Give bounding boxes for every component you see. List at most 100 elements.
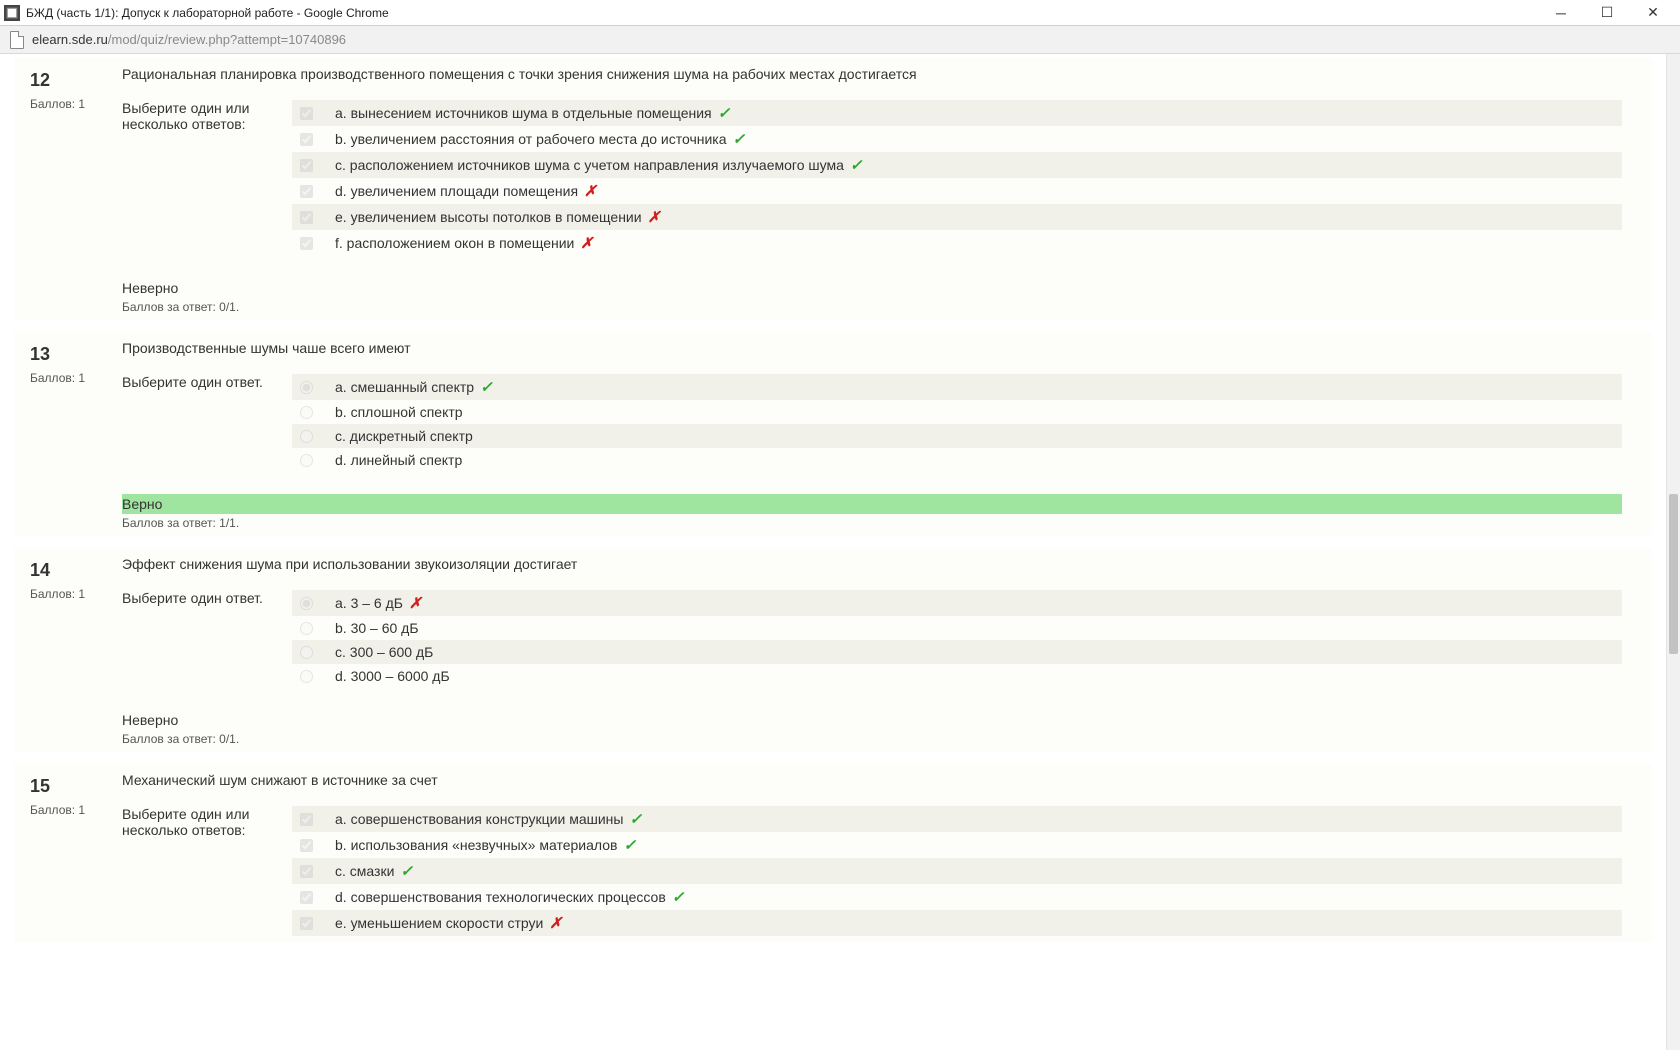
answer-option: c. расположением источников шума с учето… [292,152,1622,178]
option-label: e. увеличением высоты потолков в помещен… [335,209,642,225]
question-block: 13Баллов: 1Производственные шумы чаше вс… [14,332,1652,536]
radio-input[interactable] [300,454,313,467]
question-text: Эффект снижения шума при использовании з… [122,556,1622,572]
option-label: a. совершенствования конструкции машины [335,811,623,827]
close-button[interactable]: ✕ [1630,0,1676,26]
favicon-icon [4,5,20,21]
question-body: Эффект снижения шума при использовании з… [122,556,1652,746]
window-buttons: ─ ☐ ✕ [1538,0,1676,26]
option-label: d. линейный спектр [335,452,462,468]
option-label: f. расположением окон в помещении [335,235,574,251]
question-text: Механический шум снижают в источнике за … [122,772,1622,788]
question-side: 14 Баллов: 1 [14,556,122,746]
question-number: 13 [30,344,112,365]
question-body: Механический шум снижают в источнике за … [122,772,1652,936]
question-number: 15 [30,776,112,797]
cross-icon: ✗ [584,183,597,200]
check-icon: ✓ [400,863,413,880]
question-row: Выберите один или несколько ответов: a. в… [122,100,1622,256]
checkbox-input[interactable] [300,891,313,904]
question-prompt: Выберите один ответ. [122,590,292,688]
page-viewport: 12Баллов: 1Рациональная планировка произ… [0,54,1680,1050]
answer-option: b. сплошной спектр [292,400,1622,424]
scrollbar-thumb[interactable] [1669,494,1678,654]
check-icon: ✓ [850,157,863,174]
option-label: b. 30 – 60 дБ [335,620,419,636]
question-number: 14 [30,560,112,581]
cross-icon: ✗ [648,209,661,226]
checkbox-input[interactable] [300,133,313,146]
option-label: b. увеличением расстояния от рабочего ме… [335,131,727,147]
answer-option: b. увеличением расстояния от рабочего ме… [292,126,1622,152]
page-icon [10,31,24,49]
checkbox-input[interactable] [300,237,313,250]
answer-option: d. линейный спектр [292,448,1622,472]
question-block: 12Баллов: 1Рациональная планировка произ… [14,58,1652,320]
answer-option: a. смешанный спектр✓ [292,374,1622,400]
check-icon: ✓ [733,131,746,148]
question-row: Выберите один ответ. a. 3 – 6 дБ ✗ b. 30 – … [122,590,1622,688]
option-label: c. расположением источников шума с учето… [335,157,844,173]
option-label: d. увеличением площади помещения [335,183,578,199]
question-row: Выберите один ответ.a. смешанный спектр✓… [122,374,1622,472]
check-icon: ✓ [480,379,493,396]
cross-icon: ✗ [549,915,562,932]
question-number: 12 [30,70,112,91]
option-label: a. 3 – 6 дБ [335,595,403,611]
feedback-verdict: Неверно [122,278,1622,298]
radio-input[interactable] [300,646,313,659]
question-points: Баллов: 1 [30,371,112,385]
answer-option: e. увеличением высоты потолков в помещен… [292,204,1622,230]
checkbox-input[interactable] [300,839,313,852]
checkbox-input[interactable] [300,813,313,826]
option-label: b. сплошной спектр [335,404,463,420]
content-scroll[interactable]: 12Баллов: 1Рациональная планировка произ… [0,54,1666,1050]
scrollbar-track[interactable] [1666,54,1680,1050]
question-body: Рациональная планировка производственног… [122,66,1652,314]
question-prompt: Выберите один или несколько ответов: [122,100,292,256]
check-icon: ✓ [672,889,685,906]
radio-input[interactable] [300,406,313,419]
cross-icon: ✗ [409,595,422,612]
answers-list: a. вынесением источников шума в отдельны… [292,100,1622,256]
question-block: 14 Баллов: 1 Эффект снижения шума при испо… [14,548,1652,752]
question-points: Баллов: 1 [30,587,112,601]
radio-input[interactable] [300,622,313,635]
option-label: c. 300 – 600 дБ [335,644,433,660]
question-prompt: Выберите один или несколько ответов: [122,806,292,936]
url-path: /mod/quiz/review.php?attempt=10740896 [108,32,346,47]
question-row: Выберите один или несколько ответов:a. с… [122,806,1622,936]
answer-option: a. 3 – 6 дБ ✗ [292,590,1622,616]
feedback-score: Баллов за ответ: 0/1. [122,300,1622,314]
feedback: ВерноБаллов за ответ: 1/1. [122,494,1622,530]
answer-option: d. увеличением площади помещения ✗ [292,178,1622,204]
checkbox-input[interactable] [300,185,313,198]
feedback-verdict: Верно [122,494,1622,514]
minimize-button[interactable]: ─ [1538,0,1584,26]
option-label: a. вынесением источников шума в отдельны… [335,105,712,121]
checkbox-input[interactable] [300,211,313,224]
maximize-button[interactable]: ☐ [1584,0,1630,26]
checkbox-input[interactable] [300,159,313,172]
answers-list: a. 3 – 6 дБ ✗ b. 30 – 60 дБ c. 300 – 600 дБ… [292,590,1622,688]
answer-option: b. использования «незвучных» материалов✓ [292,832,1622,858]
radio-input[interactable] [300,597,313,610]
address-bar[interactable]: elearn.sde.ru/mod/quiz/review.php?attemp… [0,26,1680,54]
radio-input[interactable] [300,430,313,443]
window-titlebar: БЖД (часть 1/1): Допуск к лабораторной р… [0,0,1680,26]
answer-option: a. вынесением источников шума в отдельны… [292,100,1622,126]
checkbox-input[interactable] [300,865,313,878]
checkbox-input[interactable] [300,107,313,120]
answer-option: d. совершенствования технологических про… [292,884,1622,910]
option-label: c. смазки [335,863,394,879]
checkbox-input[interactable] [300,917,313,930]
question-prompt: Выберите один ответ. [122,374,292,472]
question-side: 12Баллов: 1 [14,66,122,314]
radio-input[interactable] [300,381,313,394]
answer-option: a. совершенствования конструкции машины✓ [292,806,1622,832]
radio-input[interactable] [300,670,313,683]
answer-option: f. расположением окон в помещении✗ [292,230,1622,256]
answer-option: b. 30 – 60 дБ [292,616,1622,640]
answer-option: d. 3000 – 6000 дБ [292,664,1622,688]
url-host: elearn.sde.ru [32,32,108,47]
